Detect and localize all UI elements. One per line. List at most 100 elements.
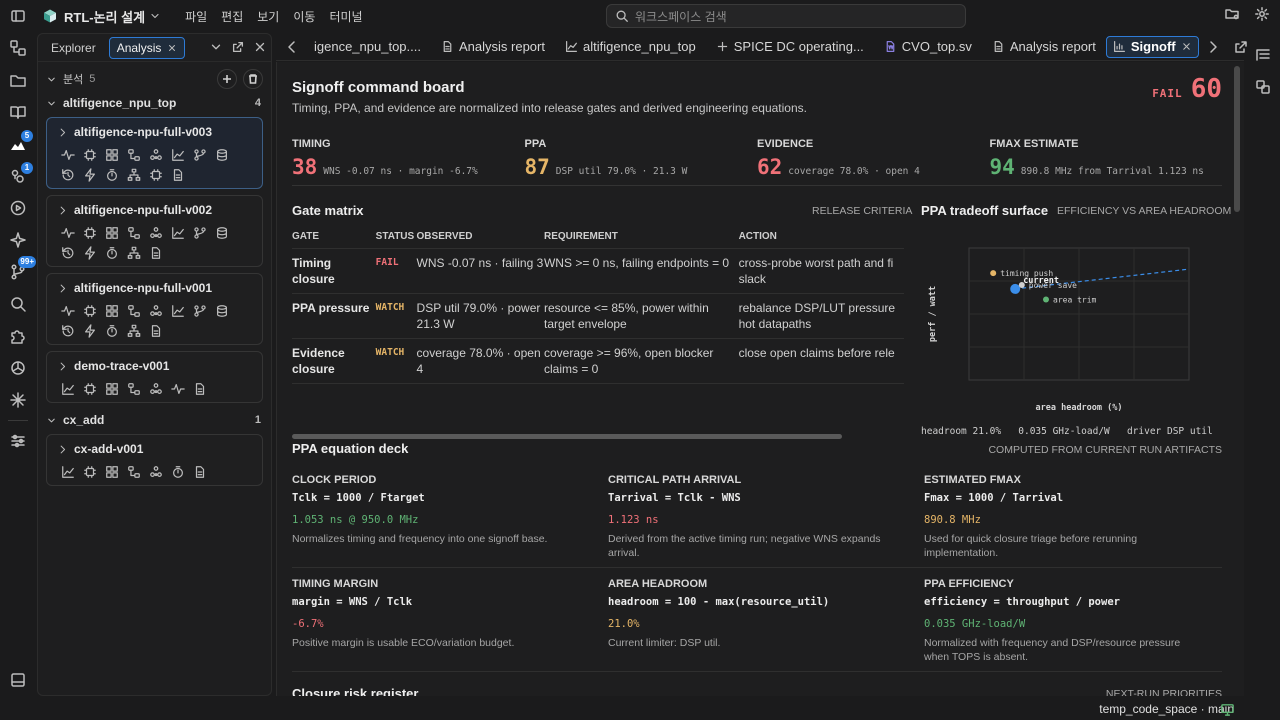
timer-icon[interactable]: [105, 324, 119, 338]
grid-icon[interactable]: [105, 382, 119, 396]
bolt-icon[interactable]: [83, 324, 97, 338]
menu-terminal[interactable]: 터미널: [329, 8, 362, 25]
tab-spice-dc[interactable]: SPICE DC operating...: [706, 34, 874, 60]
popout-icon[interactable]: [231, 40, 245, 54]
cluster-icon[interactable]: [149, 148, 163, 162]
flow-icon[interactable]: [127, 226, 141, 240]
cluster-icon[interactable]: [149, 304, 163, 318]
activity-source-control[interactable]: 1: [0, 160, 36, 192]
close-icon[interactable]: [167, 43, 177, 53]
history-icon[interactable]: [61, 168, 75, 182]
tab-signoff[interactable]: Signoff: [1105, 35, 1199, 58]
run-card[interactable]: demo-trace-v001: [46, 351, 263, 403]
activity-icon[interactable]: [61, 148, 75, 162]
workspace-status[interactable]: temp_code_space · main: [1099, 702, 1234, 716]
run-card[interactable]: cx-add-v001: [46, 434, 263, 486]
chip-icon[interactable]: [83, 465, 97, 479]
tree-icon[interactable]: [127, 168, 141, 182]
tree-icon[interactable]: [127, 246, 141, 260]
activity-openai[interactable]: [0, 352, 36, 384]
grid-icon[interactable]: [105, 304, 119, 318]
branch-icon[interactable]: [193, 226, 207, 240]
app-title-menu[interactable]: RTL-논리 설계: [64, 7, 161, 26]
tab-cvo-top[interactable]: CVO_top.sv: [874, 34, 982, 60]
timer-icon[interactable]: [105, 246, 119, 260]
activity-settings[interactable]: [0, 425, 36, 457]
run-card[interactable]: altifigence-npu-full-v001: [46, 273, 263, 345]
horizontal-scrollbar[interactable]: [292, 434, 842, 439]
chip-icon[interactable]: [149, 168, 163, 182]
database-icon[interactable]: [215, 304, 229, 318]
cluster-icon[interactable]: [149, 382, 163, 396]
vertical-scrollbar[interactable]: [1234, 66, 1240, 212]
activity-icon[interactable]: [61, 304, 75, 318]
activity-git[interactable]: 99+: [0, 256, 36, 288]
database-icon[interactable]: [215, 226, 229, 240]
activity-icon[interactable]: [61, 226, 75, 240]
timer-icon[interactable]: [171, 465, 185, 479]
document-icon[interactable]: [193, 382, 207, 396]
folder-settings-icon[interactable]: [1224, 6, 1240, 22]
group-altifigence-npu-top[interactable]: altifigence_npu_top 4: [38, 92, 271, 114]
chevron-left-icon[interactable]: [276, 39, 304, 55]
add-analysis-button[interactable]: [217, 69, 237, 89]
document-icon[interactable]: [149, 246, 163, 260]
run-title[interactable]: cx-add-v001: [57, 441, 254, 457]
table-row[interactable]: Evidence closure WATCH coverage 78.0% · op…: [292, 339, 904, 384]
analysis-section-header[interactable]: 분석 5: [38, 66, 271, 92]
run-title[interactable]: altifigence-npu-full-v003: [57, 124, 254, 140]
activity-hierarchy[interactable]: [0, 32, 36, 64]
flow-icon[interactable]: [127, 382, 141, 396]
flow-icon[interactable]: [127, 465, 141, 479]
history-icon[interactable]: [61, 324, 75, 338]
chevron-right-icon[interactable]: [1199, 39, 1227, 55]
close-icon[interactable]: [1181, 41, 1192, 52]
activity-claude[interactable]: [0, 384, 36, 416]
workspace-search[interactable]: 워크스페이스 검색: [606, 4, 966, 28]
menu-go[interactable]: 이동: [293, 8, 315, 25]
chevron-down-icon[interactable]: [209, 40, 223, 54]
cluster-icon[interactable]: [149, 465, 163, 479]
activity-ai[interactable]: [0, 224, 36, 256]
run-title[interactable]: altifigence-npu-full-v001: [57, 280, 254, 296]
chip-icon[interactable]: [83, 148, 97, 162]
activity-docs[interactable]: [0, 96, 36, 128]
timer-icon[interactable]: [105, 168, 119, 182]
chip-icon[interactable]: [83, 304, 97, 318]
run-title[interactable]: altifigence-npu-full-v002: [57, 202, 254, 218]
bolt-icon[interactable]: [83, 246, 97, 260]
tab-analysis-report-1[interactable]: Analysis report: [431, 34, 555, 60]
branch-icon[interactable]: [193, 148, 207, 162]
flow-icon[interactable]: [127, 148, 141, 162]
tab-analysis[interactable]: Analysis: [108, 36, 186, 59]
run-title[interactable]: demo-trace-v001: [57, 358, 254, 374]
branch-icon[interactable]: [193, 304, 207, 318]
chip-icon[interactable]: [83, 226, 97, 240]
activity-extensions[interactable]: [0, 320, 36, 352]
menu-view[interactable]: 보기: [257, 8, 279, 25]
document-icon[interactable]: [193, 465, 207, 479]
activity-search[interactable]: [0, 288, 36, 320]
status-ok-icon[interactable]: [1218, 702, 1236, 717]
tab-explorer[interactable]: Explorer: [44, 38, 103, 58]
activity-panel-toggle[interactable]: [0, 664, 36, 696]
cluster-icon[interactable]: [149, 226, 163, 240]
activity-analysis[interactable]: 5: [0, 128, 36, 160]
bolt-icon[interactable]: [83, 168, 97, 182]
tab-npu-top-chart[interactable]: altifigence_npu_top: [555, 34, 706, 60]
chart-icon[interactable]: [61, 382, 75, 396]
sidebar-toggle-icon[interactable]: [10, 8, 26, 24]
table-row[interactable]: Timing closure FAIL WNS -0.07 ns · failing…: [292, 249, 904, 294]
chart-icon[interactable]: [171, 304, 185, 318]
layers-button[interactable]: [1245, 71, 1280, 103]
menu-file[interactable]: 파일: [185, 8, 207, 25]
history-icon[interactable]: [61, 246, 75, 260]
table-row[interactable]: PPA pressure WATCH DSP util 79.0% · power …: [292, 294, 904, 339]
outline-button[interactable]: [1245, 39, 1280, 71]
tab-npu-top-source[interactable]: igence_npu_top....: [304, 34, 431, 60]
grid-icon[interactable]: [105, 465, 119, 479]
menu-edit[interactable]: 편집: [221, 8, 243, 25]
document-icon[interactable]: [171, 168, 185, 182]
delete-analysis-button[interactable]: [243, 69, 263, 89]
document-icon[interactable]: [149, 324, 163, 338]
